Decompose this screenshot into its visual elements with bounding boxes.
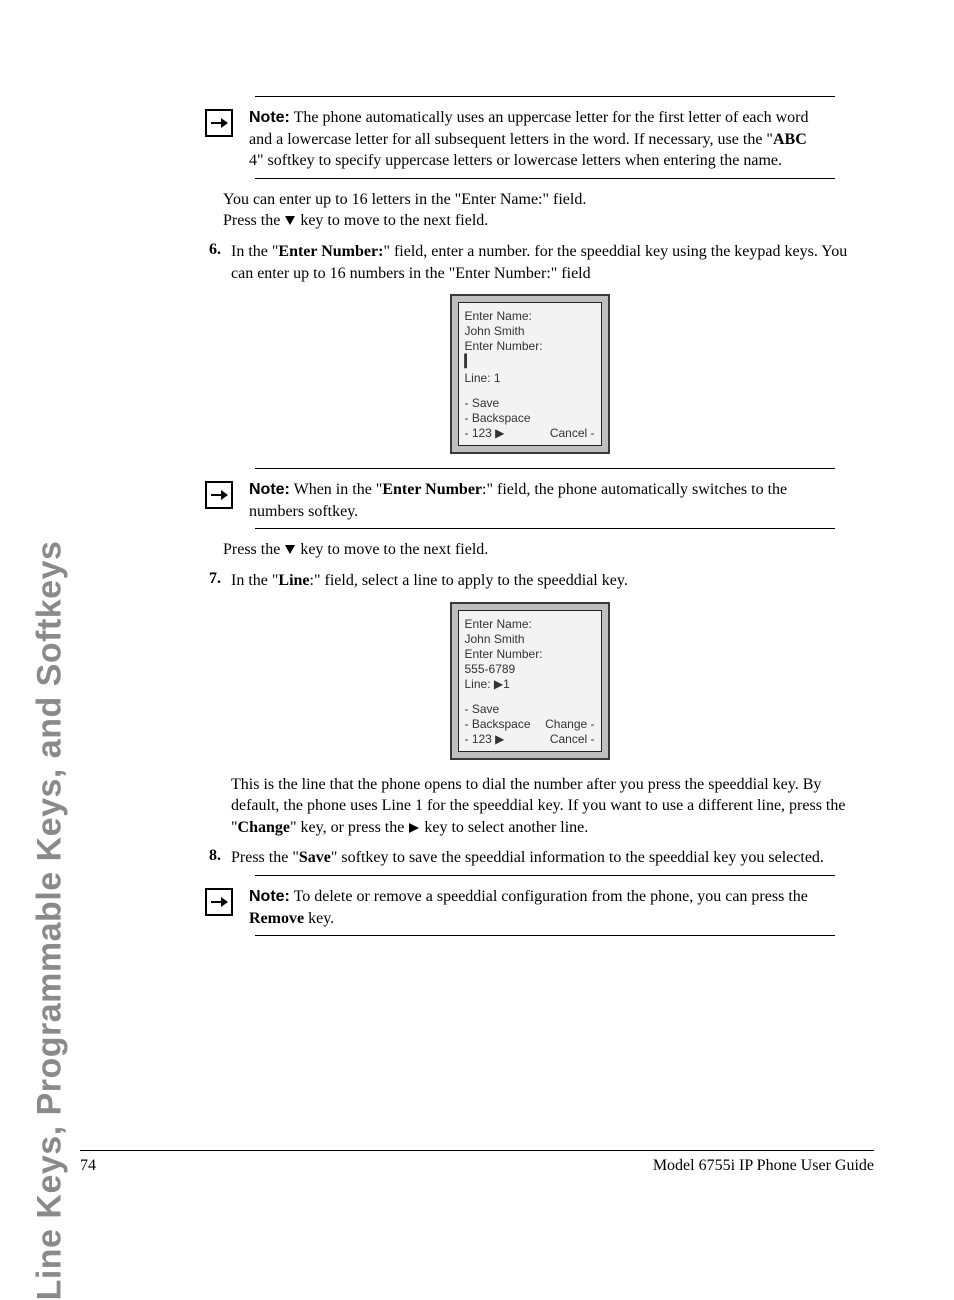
lcd-line: Enter Number: [465,647,595,662]
divider [255,875,835,876]
note-label: Note: [249,109,290,126]
text: Press the [223,212,284,229]
bold-text: Save [299,849,331,866]
lcd-line: John Smith [465,324,595,339]
step-7: 7. In the "Line:" field, select a line t… [195,570,864,592]
step-number: 8. [195,847,221,869]
lcd-softkey: Cancel - [550,732,595,747]
paragraph: Press the key to move to the next field. [223,539,864,562]
step-6: 6. In the "Enter Number:" field, enter a… [195,241,864,284]
text: Press the " [231,849,299,866]
note-label: Note: [249,481,290,498]
lcd-line: Enter Number: [465,339,595,354]
step-body: In the "Enter Number:" field, enter a nu… [231,241,864,284]
lcd-softkey: - 123 ▶ [465,732,505,747]
bold-text: Change [238,819,290,836]
text: " softkey to save the speeddial informat… [331,849,824,866]
text: key to move to the next field. [296,212,488,229]
note-text-part: The phone automatically uses an uppercas… [249,109,809,148]
down-arrow-icon [284,211,296,233]
lcd-softkey: - Backspace [465,411,595,426]
note-text: Note: To delete or remove a speeddial co… [249,886,825,929]
lcd-softkey: - Save [465,702,500,717]
lcd-line: Enter Name: [465,309,595,324]
side-title-text: Line Keys, Programmable Keys, and Softke… [31,541,70,1300]
text: key. [304,910,334,927]
lcd-line: Enter Name: [465,617,595,632]
lcd-softkey: - Save [465,396,595,411]
step-body: In the "Line:" field, select a line to a… [231,570,864,592]
text: Press the [223,541,284,558]
right-arrow-icon [408,818,420,840]
lcd-screen: Enter Name: John Smith Enter Number: 555… [458,610,602,752]
text: To delete or remove a speeddial configur… [290,888,808,905]
divider [255,178,835,179]
lcd-line: 555-6789 [465,662,595,677]
lcd-line: John Smith [465,632,595,647]
paragraph: This is the line that the phone opens to… [231,774,864,840]
note-text: Note: When in the "Enter Number:" field,… [249,479,825,522]
footer-title: Model 6755i IP Phone User Guide [653,1157,874,1175]
arrow-right-icon [205,481,233,509]
page-number: 74 [80,1157,96,1175]
side-section-title: Line Keys, Programmable Keys, and Softke… [20,90,80,940]
step-number: 7. [195,570,221,592]
lcd-figure-2: Enter Name: John Smith Enter Number: 555… [195,602,864,760]
lcd-softkey: - 123 ▶ [465,426,505,441]
lcd-softkey: - Backspace [465,717,531,732]
text: :" field, select a line to apply to the … [310,572,628,589]
text: When in the " [290,481,382,498]
step-number: 6. [195,241,221,284]
lcd-line: Line: 1 [465,371,595,386]
lcd-cursor: ▎ [465,354,595,369]
divider [255,468,835,469]
note-block: Note: When in the "Enter Number:" field,… [205,479,825,522]
text: In the " [231,243,278,260]
bold-text: Enter Number [382,481,482,498]
lcd-figure-1: Enter Name: John Smith Enter Number: ▎ L… [195,294,864,454]
bold-text: Remove [249,910,304,927]
lcd-softkey: Change - [545,717,594,732]
page-footer: 74 Model 6755i IP Phone User Guide [80,1150,874,1175]
text: key to select another line. [420,819,588,836]
main-content: Note: The phone automatically uses an up… [195,96,864,936]
lcd-frame: Enter Name: John Smith Enter Number: 555… [450,602,610,760]
divider [255,935,835,936]
step-8: 8. Press the "Save" softkey to save the … [195,847,864,869]
step-body: Press the "Save" softkey to save the spe… [231,847,864,869]
text: key to move to the next field. [296,541,488,558]
divider [255,96,835,97]
arrow-right-icon [205,888,233,916]
note-block: Note: The phone automatically uses an up… [205,107,825,172]
lcd-line: Line: ▶1 [465,677,595,692]
lcd-screen: Enter Name: John Smith Enter Number: ▎ L… [458,302,602,446]
note-block: Note: To delete or remove a speeddial co… [205,886,825,929]
bold-text: Line [278,572,309,589]
bold-text: Enter Number: [278,243,383,260]
text: You can enter up to 16 letters in the "E… [223,191,586,208]
note-label: Note: [249,888,290,905]
text: " key, or press the [290,819,408,836]
lcd-softkey: Cancel - [550,426,595,441]
arrow-right-icon [205,109,233,137]
note-text: Note: The phone automatically uses an up… [249,107,825,172]
divider [255,528,835,529]
note-text-part: 4" softkey to specify uppercase letters … [249,152,782,169]
paragraph: You can enter up to 16 letters in the "E… [223,189,864,233]
text: In the " [231,572,278,589]
down-arrow-icon [284,540,296,562]
lcd-frame: Enter Name: John Smith Enter Number: ▎ L… [450,294,610,454]
note-bold: ABC [773,131,807,148]
